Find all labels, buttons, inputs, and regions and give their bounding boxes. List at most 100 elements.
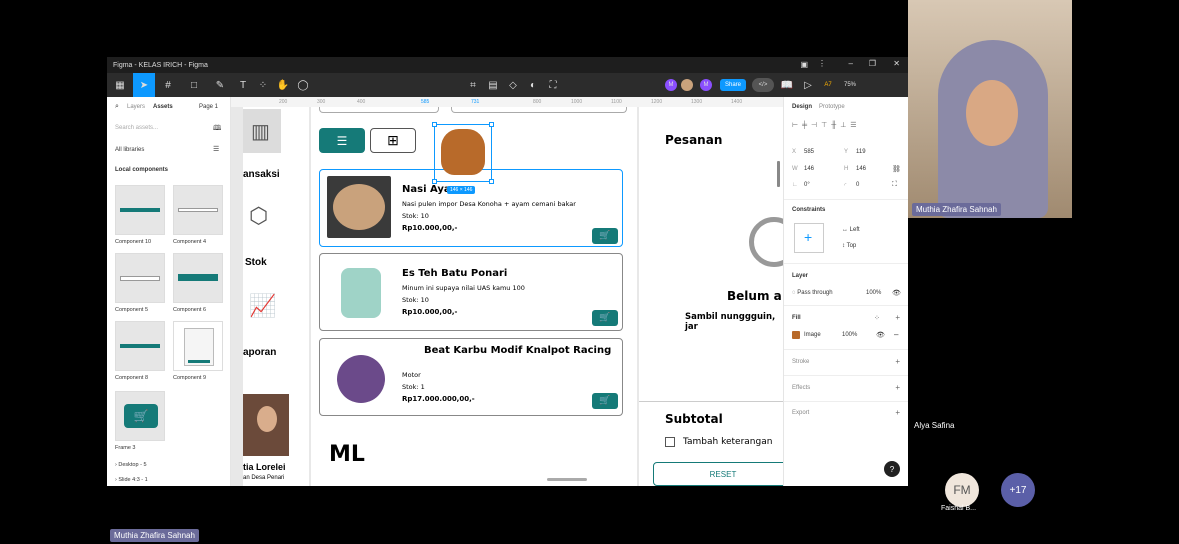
nav-laporan[interactable]: aporan	[243, 347, 276, 358]
main-menu-icon[interactable]: ▦	[107, 73, 133, 97]
component-thumbnail[interactable]	[173, 253, 223, 303]
grid-icon[interactable]: ▤	[483, 73, 503, 97]
y-field[interactable]: 119	[856, 149, 866, 155]
list-view-icon[interactable]: ☰	[213, 145, 219, 153]
component-label: Frame 3	[115, 445, 136, 451]
product-card[interactable]: Beat Karbu Modif Knalpot Racing Motor St…	[319, 338, 623, 416]
eye-icon[interactable]: 👁	[876, 331, 885, 339]
comment-icon[interactable]: ◯	[293, 73, 313, 97]
cart-button[interactable]: 🛒	[592, 228, 618, 244]
tab-prototype[interactable]: Prototype	[819, 104, 845, 110]
chart-icon[interactable]: 📈	[249, 293, 276, 319]
tab-assets[interactable]: Assets	[153, 104, 173, 110]
more-icon[interactable]: ⋮	[818, 59, 826, 68]
maximize-icon[interactable]: ❐	[869, 59, 876, 68]
component-icon[interactable]: ◇	[503, 73, 523, 97]
remove-fill-icon[interactable]: –	[894, 330, 898, 339]
avatar[interactable]: M	[665, 79, 677, 91]
hand-tool-icon[interactable]: ✋	[273, 73, 293, 97]
w-field[interactable]: 146	[804, 166, 814, 172]
share-button[interactable]: Share	[719, 79, 746, 91]
notes-checkbox[interactable]	[665, 437, 675, 447]
x-field[interactable]: 585	[804, 149, 814, 155]
fill-opacity[interactable]: 100%	[842, 332, 857, 338]
scroll-handle[interactable]	[547, 478, 587, 481]
product-card[interactable]: Es Teh Batu Ponari Minum ini supaya nila…	[319, 253, 623, 331]
rotation-field[interactable]: 0°	[804, 182, 810, 188]
component-thumbnail[interactable]: 🛒	[115, 391, 165, 441]
component-thumbnail[interactable]	[115, 185, 165, 235]
avatar[interactable]: M	[700, 79, 712, 91]
eye-icon[interactable]: 👁	[892, 289, 901, 297]
fill-swatch[interactable]	[792, 331, 800, 339]
shape-tool-icon[interactable]: □	[181, 73, 207, 97]
radius-field[interactable]: 0	[856, 182, 859, 188]
horizontal-constraint[interactable]: ↔ Left	[842, 227, 860, 233]
blend-mode-dropdown[interactable]: ◌ Pass through	[792, 290, 833, 296]
alignment-controls[interactable]: ⊢╪⊣⊤╫⊥☰	[792, 121, 861, 129]
boolean-icon[interactable]: ⛶	[543, 73, 563, 97]
ai-badge[interactable]: A7	[819, 73, 837, 97]
crop-icon[interactable]: ⌗	[463, 73, 483, 97]
selected-image[interactable]	[432, 122, 494, 184]
more-participants-button[interactable]: +17	[1001, 473, 1035, 507]
minimize-icon[interactable]: –	[849, 59, 853, 68]
tab-layers[interactable]: Layers	[127, 104, 145, 110]
constraint-widget[interactable]: +	[794, 223, 824, 253]
help-button[interactable]: ?	[884, 461, 900, 477]
add-stroke-icon[interactable]: +	[895, 357, 900, 366]
participant-avatar[interactable]: FM	[945, 473, 979, 507]
cart-button[interactable]: 🛒	[592, 310, 618, 326]
grid-view-button[interactable]: ⊞	[370, 128, 416, 153]
cart-button[interactable]: 🛒	[592, 393, 618, 409]
independent-corners-icon[interactable]: ⛶	[892, 181, 897, 189]
design-canvas[interactable]: 200 300 400 585 731 800 1000 1100 1200 1…	[231, 97, 783, 486]
dev-mode-toggle[interactable]: </>	[752, 78, 774, 92]
box-icon[interactable]: ⬡	[249, 203, 268, 229]
component-thumbnail[interactable]	[173, 185, 223, 235]
ruler-label: 1000	[571, 99, 583, 105]
tab-design[interactable]: Design	[792, 104, 812, 110]
frame-tool-icon[interactable]: #	[155, 73, 181, 97]
store-icon[interactable]: ▥	[243, 109, 281, 153]
resources-icon[interactable]: ⁘	[253, 73, 273, 97]
zoom-dropdown[interactable]: 75%	[837, 73, 863, 97]
present-icon[interactable]: ▷	[797, 73, 819, 97]
h-field[interactable]: 146	[856, 166, 866, 172]
component-thumbnail[interactable]	[173, 321, 223, 371]
search-input[interactable]: Search assets...	[115, 125, 158, 131]
component-thumbnail[interactable]	[115, 253, 165, 303]
component-thumbnail[interactable]	[115, 321, 165, 371]
move-tool-icon[interactable]: ➤	[133, 73, 155, 97]
search-bar[interactable]	[319, 107, 439, 113]
fill-styles-icon[interactable]: ⁘	[874, 314, 880, 322]
section-local-components[interactable]: Local components	[115, 167, 168, 173]
nav-stok[interactable]: Stok	[245, 257, 267, 268]
add-fill-icon[interactable]: +	[895, 313, 900, 322]
mask-icon[interactable]: ◐	[523, 73, 543, 97]
page-selector[interactable]: Page 1	[199, 104, 218, 110]
filter-bar[interactable]	[451, 107, 627, 113]
product-image	[329, 347, 393, 409]
presenter-name-label: Muthia Zhafira Sahnah	[912, 203, 1001, 216]
reset-button[interactable]: RESET	[653, 462, 783, 486]
constrain-proportions-icon[interactable]: ⛓	[892, 165, 901, 173]
library-icon[interactable]: 🕮	[213, 124, 221, 135]
pen-tool-icon[interactable]: ✎	[207, 73, 233, 97]
page-item[interactable]: › Desktop - 5	[115, 462, 147, 468]
library-icon[interactable]: 📖	[777, 73, 797, 97]
page-item[interactable]: › Slide 4:3 - 1	[115, 477, 148, 483]
list-view-button[interactable]: ☰	[319, 128, 365, 153]
library-filter[interactable]: All libraries	[115, 147, 144, 153]
ruler-label: 400	[357, 99, 366, 105]
add-export-icon[interactable]: +	[895, 408, 900, 417]
fill-type[interactable]: Image	[804, 332, 821, 338]
add-effect-icon[interactable]: +	[895, 383, 900, 392]
layer-opacity[interactable]: 100%	[866, 290, 881, 296]
window-icon[interactable]: ▣	[800, 60, 808, 69]
nav-transaksi[interactable]: ansaksi	[243, 169, 280, 180]
close-icon[interactable]: ✕	[893, 59, 900, 68]
text-tool-icon[interactable]: T	[233, 73, 253, 97]
avatar-photo[interactable]	[681, 79, 693, 91]
vertical-constraint[interactable]: ↕ Top	[842, 243, 856, 249]
